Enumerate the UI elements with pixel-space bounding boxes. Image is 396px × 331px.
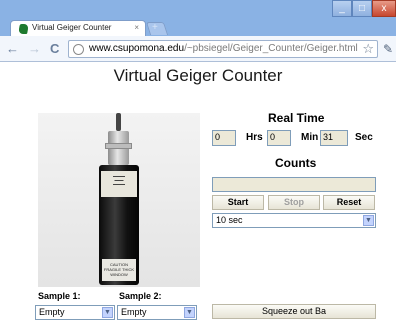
forward-arrow-icon[interactable]: → bbox=[28, 41, 41, 56]
chevron-down-icon[interactable]: ▼ bbox=[184, 307, 195, 318]
sample1-label: Sample 1: bbox=[38, 291, 81, 301]
chevron-down-icon[interactable]: ▼ bbox=[363, 215, 374, 226]
url-text[interactable]: www.csupomona.edu/~pbsiegel/Geiger_Count… bbox=[89, 43, 358, 54]
browser-tab[interactable]: Virtual Geiger Counter × bbox=[10, 20, 146, 37]
sample2-select[interactable]: Empty ▼ bbox=[117, 305, 197, 320]
chevron-down-icon[interactable]: ▼ bbox=[102, 307, 113, 318]
stop-button[interactable]: Stop bbox=[268, 195, 320, 210]
sample2-label: Sample 2: bbox=[119, 291, 162, 301]
hours-label: Hrs bbox=[246, 132, 263, 143]
back-arrow-icon[interactable]: ← bbox=[6, 41, 19, 56]
maximize-button[interactable]: □ bbox=[352, 0, 372, 17]
browser-toolbar: ← → C www.csupomona.edu/~pbsiegel/Geiger… bbox=[0, 36, 396, 62]
close-window-button[interactable]: x bbox=[372, 0, 396, 17]
wrench-icon[interactable]: ✎ bbox=[383, 42, 393, 56]
globe-icon bbox=[73, 44, 84, 55]
sample2-selected-value: Empty bbox=[121, 307, 147, 317]
probe-label-sticker: ▬▬▬▬ ▬▬▬ ▬▬▬▬ bbox=[101, 171, 137, 197]
interval-selected-value: 10 sec bbox=[216, 215, 243, 225]
reset-button[interactable]: Reset bbox=[323, 195, 375, 210]
start-button[interactable]: Start bbox=[212, 195, 264, 210]
minutes-field[interactable]: 0 bbox=[267, 130, 291, 146]
reload-icon[interactable]: C bbox=[50, 41, 59, 56]
page-title: Virtual Geiger Counter bbox=[113, 66, 283, 85]
squeeze-out-button[interactable]: Squeeze out Ba bbox=[212, 304, 376, 319]
minutes-label: Min bbox=[301, 132, 319, 143]
probe-caution-label: CAUTION FRAGILE THICK WINDOW bbox=[102, 259, 136, 281]
tab-close-icon[interactable]: × bbox=[134, 23, 139, 32]
real-time-label: Real Time bbox=[268, 111, 325, 125]
hours-field[interactable]: 0 bbox=[212, 130, 236, 146]
counts-field[interactable] bbox=[212, 177, 376, 192]
sample1-select[interactable]: Empty ▼ bbox=[35, 305, 115, 320]
geiger-probe-image: ▬▬▬▬ ▬▬▬ ▬▬▬▬ CAUTION FRAGILE THICK WINDOW bbox=[38, 113, 200, 287]
interval-select[interactable]: 10 sec ▼ bbox=[212, 213, 376, 228]
address-bar[interactable]: www.csupomona.edu/~pbsiegel/Geiger_Count… bbox=[68, 40, 378, 58]
plus-icon: + bbox=[152, 22, 158, 33]
bookmark-star-icon[interactable]: ☆ bbox=[362, 41, 374, 57]
browser-titlebar: Virtual Geiger Counter × + _ □ x bbox=[0, 0, 396, 37]
seconds-label: Sec bbox=[355, 132, 373, 143]
favicon-icon bbox=[18, 24, 29, 34]
counts-label: Counts bbox=[275, 156, 317, 170]
tab-title: Virtual Geiger Counter bbox=[32, 23, 112, 32]
minimize-button[interactable]: _ bbox=[332, 0, 352, 17]
seconds-field[interactable]: 31 bbox=[320, 130, 348, 146]
sample1-selected-value: Empty bbox=[39, 307, 65, 317]
